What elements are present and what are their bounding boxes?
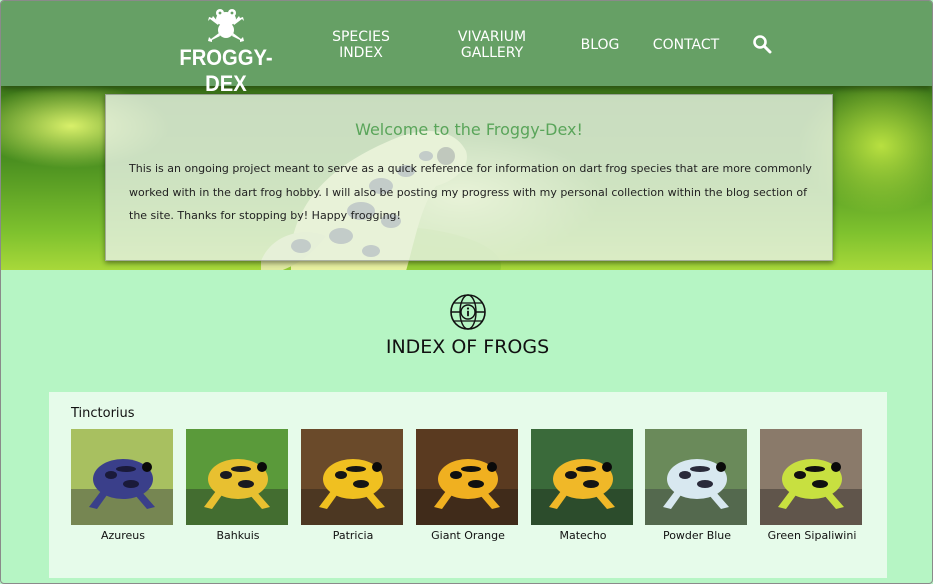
nav-gallery-line2: GALLERY bbox=[460, 45, 524, 61]
frog-photo[interactable] bbox=[645, 429, 747, 525]
frog-photo[interactable] bbox=[531, 429, 633, 525]
frog-name[interactable]: Bahkuis bbox=[186, 529, 290, 542]
frog-logo-icon bbox=[208, 9, 244, 42]
nav-contact[interactable]: CONTACT bbox=[651, 37, 721, 53]
frog-name[interactable]: Matecho bbox=[531, 529, 635, 542]
site-header: FROGGY-DEX SPECIES INDEX VIVARIUM GALLER… bbox=[1, 1, 932, 96]
frog-item[interactable]: Bahkuis bbox=[186, 429, 290, 542]
nav-species-line2: INDEX bbox=[339, 45, 383, 61]
species-group-title: Tinctorius bbox=[71, 406, 135, 421]
frog-item[interactable]: Powder Blue bbox=[645, 429, 749, 542]
globe-info-icon bbox=[450, 294, 486, 330]
welcome-title: Welcome to the Froggy-Dex! bbox=[355, 120, 583, 139]
frog-name[interactable]: Green Sipaliwini bbox=[760, 529, 864, 542]
frog-name[interactable]: Azureus bbox=[71, 529, 175, 542]
species-card-tinctorius: Tinctorius Azureus Bahkuis Patricia Giant O… bbox=[49, 392, 887, 578]
frog-item[interactable]: Patricia bbox=[301, 429, 405, 542]
welcome-box: Welcome to the Froggy-Dex! This is an on… bbox=[105, 94, 833, 261]
nav-gallery-line1: VIVARIUM bbox=[457, 29, 527, 45]
frog-name[interactable]: Giant Orange bbox=[416, 529, 520, 542]
welcome-text: This is an ongoing project meant to serv… bbox=[129, 162, 812, 222]
logo-text: FROGGY-DEX bbox=[179, 45, 273, 96]
nav-blog[interactable]: BLOG bbox=[579, 37, 621, 53]
frog-name[interactable]: Patricia bbox=[301, 529, 405, 542]
frog-item[interactable]: Matecho bbox=[531, 429, 635, 542]
frog-item[interactable]: Green Sipaliwini bbox=[760, 429, 864, 542]
frog-item[interactable]: Azureus bbox=[71, 429, 175, 542]
search-icon[interactable] bbox=[752, 34, 772, 54]
frog-name[interactable]: Powder Blue bbox=[645, 529, 749, 542]
frog-photo[interactable] bbox=[301, 429, 403, 525]
index-title: INDEX OF FROGS bbox=[385, 336, 550, 358]
frog-photo[interactable] bbox=[71, 429, 173, 525]
nav-species-line1: SPECIES bbox=[332, 29, 390, 45]
page-frame: FROGGY-DEX SPECIES INDEX VIVARIUM GALLER… bbox=[0, 0, 933, 584]
hero-banner: Welcome to the Froggy-Dex! This is an on… bbox=[1, 86, 932, 270]
frog-photo[interactable] bbox=[186, 429, 288, 525]
site-logo[interactable]: FROGGY-DEX bbox=[161, 7, 291, 96]
frog-item[interactable]: Giant Orange bbox=[416, 429, 520, 542]
nav-vivarium-gallery[interactable]: VIVARIUM GALLERY bbox=[451, 29, 533, 61]
frog-photo[interactable] bbox=[416, 429, 518, 525]
nav-species-index[interactable]: SPECIES INDEX bbox=[326, 29, 396, 61]
frog-photo[interactable] bbox=[760, 429, 862, 525]
